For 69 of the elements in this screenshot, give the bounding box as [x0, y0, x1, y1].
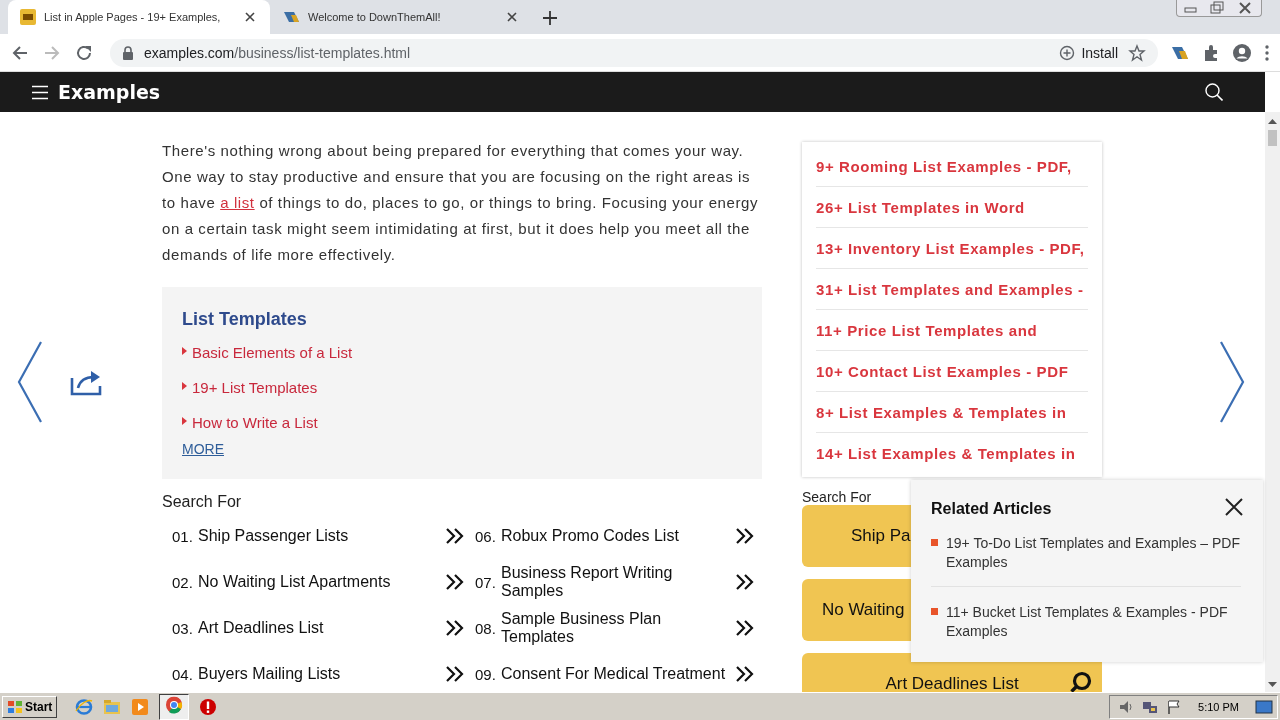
lock-icon — [122, 45, 134, 60]
search-suggestion[interactable]: 03. Art Deadlines List — [172, 605, 475, 651]
related-article-link[interactable]: 19+ To-Do List Templates and Examples – PDF Examples — [946, 534, 1241, 572]
related-article-link[interactable]: 11+ Bucket List Templates & Examples - PDF Examples — [946, 603, 1241, 641]
popup-title: Related Articles — [931, 500, 1052, 518]
double-chevron-icon — [735, 573, 755, 591]
sidebar-link[interactable]: 10+ Contact List Examples - PDF — [816, 351, 1088, 392]
double-chevron-icon — [735, 619, 755, 637]
install-button[interactable]: Install — [1059, 44, 1118, 61]
double-chevron-icon — [735, 527, 755, 545]
sidebar-link[interactable]: 14+ List Examples & Templates in — [816, 433, 1088, 473]
star-icon[interactable] — [1128, 43, 1146, 62]
windows-logo-icon — [7, 699, 23, 714]
sidebar-link[interactable]: 8+ List Examples & Templates in — [816, 392, 1088, 433]
menu-icon[interactable] — [1264, 43, 1270, 62]
contents-link[interactable]: Basic Elements of a List — [192, 344, 353, 361]
double-chevron-icon — [445, 527, 465, 545]
scroll-up-icon[interactable] — [1268, 118, 1277, 124]
sidebar-link[interactable]: 11+ Price List Templates and — [816, 310, 1088, 351]
double-chevron-icon — [445, 619, 465, 637]
puzzle-icon[interactable] — [1202, 43, 1220, 62]
bullet-icon — [182, 347, 187, 355]
close-icon[interactable] — [1225, 498, 1243, 516]
site-logo[interactable]: Examples — [58, 81, 161, 103]
scrollbar[interactable] — [1265, 112, 1280, 692]
search-suggestion[interactable]: 09. Consent For Medical Treatment — [475, 651, 765, 692]
show-desktop-icon[interactable] — [1255, 699, 1273, 714]
bullet-icon — [931, 539, 938, 546]
profile-icon[interactable] — [1232, 42, 1252, 63]
sidebar-link[interactable]: 26+ List Templates in Word — [816, 187, 1088, 228]
search-suggestion[interactable]: 04. Buyers Mailing Lists — [172, 651, 475, 692]
address-bar[interactable]: examples.com/business/list-templates.html Install — [110, 38, 1158, 67]
scroll-down-icon[interactable] — [1268, 682, 1277, 688]
search-suggestion[interactable]: 02. No Waiting List Apartments — [172, 559, 475, 605]
double-chevron-icon — [445, 665, 465, 683]
url-text: examples.com/business/list-templates.html — [144, 44, 411, 61]
browser-tab[interactable]: List in Apple Pages - 19+ Examples, — [8, 0, 270, 34]
sidebar-link[interactable]: 13+ Inventory List Examples - PDF, — [816, 228, 1088, 269]
chrome-icon[interactable] — [159, 693, 190, 720]
new-tab-icon[interactable] — [542, 10, 558, 26]
plus-circle-icon — [1059, 44, 1076, 61]
sidebar-link[interactable]: 31+ List Templates and Examples - — [816, 269, 1088, 310]
text-link[interactable]: a list — [220, 194, 255, 211]
flag-icon[interactable] — [1166, 698, 1183, 715]
section-label: Search For — [802, 489, 873, 505]
browser-tab[interactable]: Welcome to DownThemAll! — [270, 0, 532, 34]
warning-icon[interactable] — [199, 697, 218, 716]
article-paragraph: There's nothing wrong about being prepared for everything that comes your way. One way to stay productive and ensure that you are focusing on the right areas is to have a list of things to do, places to go, or things to bring. Focusing your energy on a certain task might seem intimidating at first, but it does help you meet all the demands of life more effectively. — [162, 141, 760, 265]
site-favicon-icon — [20, 9, 36, 25]
search-suggestion[interactable]: 01. Ship Passenger Lists — [172, 513, 475, 559]
double-chevron-icon — [735, 665, 755, 683]
bullet-icon — [182, 417, 187, 425]
browser-icon[interactable] — [75, 697, 94, 716]
more-link[interactable]: MORE — [182, 441, 224, 457]
start-button[interactable]: Start — [2, 695, 58, 718]
sidebar-link[interactable]: 9+ Rooming List Examples - PDF, — [816, 146, 1088, 187]
share-icon[interactable] — [70, 368, 102, 396]
panel-heading: List Templates — [182, 309, 308, 330]
bullet-icon — [931, 608, 938, 615]
double-chevron-icon — [445, 573, 465, 591]
bullet-icon — [182, 382, 187, 390]
menu-icon[interactable] — [32, 84, 48, 100]
clock[interactable]: 5:10 PM — [1198, 700, 1239, 713]
contents-link[interactable]: How to Write a List — [192, 414, 318, 431]
section-label: Search For — [162, 493, 243, 511]
contents-link[interactable]: 19+ List Templates — [192, 379, 318, 396]
search-icon[interactable] — [1205, 83, 1223, 101]
search-suggestion[interactable]: 06. Robux Promo Codes List — [475, 513, 765, 559]
scroll-thumb[interactable] — [1268, 130, 1277, 146]
